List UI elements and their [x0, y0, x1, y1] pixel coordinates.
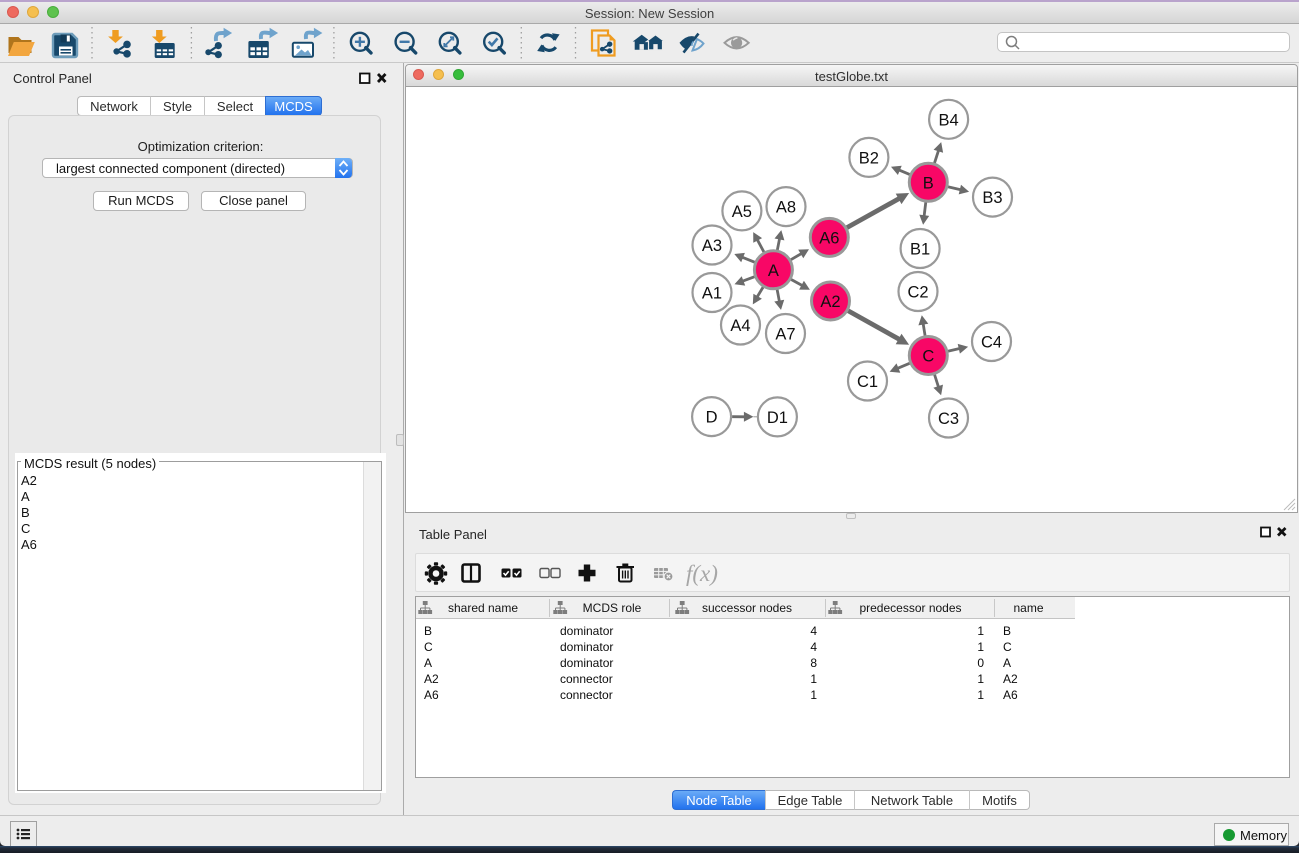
- svg-text:A7: A7: [775, 326, 795, 344]
- svg-text:C3: C3: [938, 410, 959, 428]
- svg-text:D: D: [706, 409, 718, 427]
- svg-text:f(x): f(x): [686, 561, 718, 586]
- svg-text:B4: B4: [939, 111, 959, 129]
- svg-text:D1: D1: [767, 409, 788, 427]
- svg-text:C: C: [922, 348, 934, 366]
- svg-text:A6: A6: [819, 229, 839, 247]
- svg-text:B1: B1: [910, 241, 930, 259]
- svg-text:B: B: [923, 174, 934, 192]
- svg-text:B3: B3: [982, 189, 1002, 207]
- svg-text:A8: A8: [776, 199, 796, 217]
- svg-text:A5: A5: [732, 203, 752, 221]
- svg-text:A2: A2: [820, 293, 840, 311]
- svg-text:C4: C4: [981, 334, 1002, 352]
- svg-text:B2: B2: [859, 149, 879, 167]
- svg-text:A3: A3: [702, 237, 722, 255]
- svg-text:C1: C1: [857, 373, 878, 391]
- svg-text:A: A: [768, 262, 779, 280]
- svg-text:A4: A4: [730, 317, 750, 335]
- svg-text:C2: C2: [907, 284, 928, 302]
- svg-text:A1: A1: [702, 285, 722, 303]
